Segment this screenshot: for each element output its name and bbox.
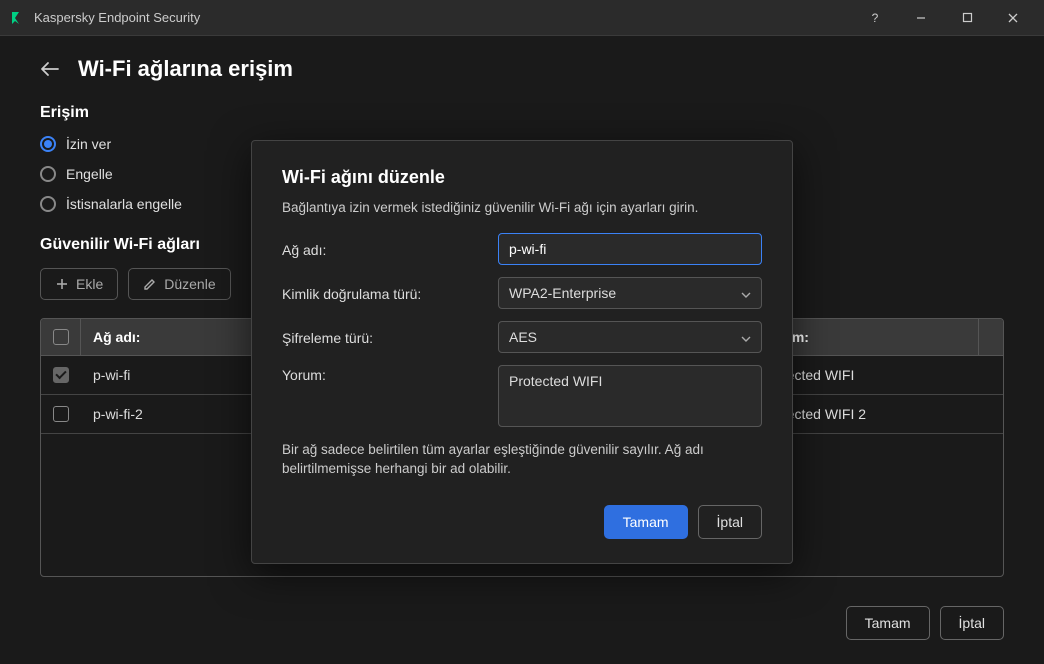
edit-network-modal: Wi-Fi ağını düzenle Bağlantıya izin verm…: [251, 140, 793, 564]
modal-cancel-button[interactable]: İptal: [698, 505, 762, 539]
modal-backdrop: Wi-Fi ağını düzenle Bağlantıya izin verm…: [0, 36, 1044, 664]
help-button[interactable]: ?: [852, 0, 898, 36]
chevron-down-icon: [741, 285, 751, 301]
network-name-label: Ağ adı:: [282, 240, 498, 258]
form-row-comment: Yorum: Protected WIFI: [282, 365, 762, 427]
comment-textarea[interactable]: Protected WIFI: [498, 365, 762, 427]
modal-ok-button[interactable]: Tamam: [604, 505, 688, 539]
form-row-network-name: Ağ adı:: [282, 233, 762, 265]
encryption-type-select[interactable]: AES: [498, 321, 762, 353]
modal-description: Bağlantıya izin vermek istediğiniz güven…: [282, 200, 762, 215]
modal-note: Bir ağ sadece belirtilen tüm ayarlar eşl…: [282, 441, 762, 479]
app-title: Kaspersky Endpoint Security: [34, 10, 852, 25]
network-name-input[interactable]: [498, 233, 762, 265]
form-row-encryption-type: Şifreleme türü: AES: [282, 321, 762, 353]
window-controls: ?: [852, 0, 1036, 36]
auth-type-value: WPA2-Enterprise: [509, 285, 616, 301]
encryption-type-value: AES: [509, 329, 537, 345]
comment-label: Yorum:: [282, 365, 498, 383]
chevron-down-icon: [741, 329, 751, 345]
maximize-button[interactable]: [944, 0, 990, 36]
encryption-type-label: Şifreleme türü:: [282, 328, 498, 346]
titlebar: Kaspersky Endpoint Security ?: [0, 0, 1044, 36]
modal-title: Wi-Fi ağını düzenle: [282, 167, 762, 188]
app-logo-icon: [8, 9, 26, 27]
close-button[interactable]: [990, 0, 1036, 36]
form-row-auth-type: Kimlik doğrulama türü: WPA2-Enterprise: [282, 277, 762, 309]
minimize-button[interactable]: [898, 0, 944, 36]
modal-action-bar: Tamam İptal: [282, 505, 762, 539]
svg-text:?: ?: [872, 12, 879, 24]
auth-type-select[interactable]: WPA2-Enterprise: [498, 277, 762, 309]
auth-type-label: Kimlik doğrulama türü:: [282, 284, 498, 302]
